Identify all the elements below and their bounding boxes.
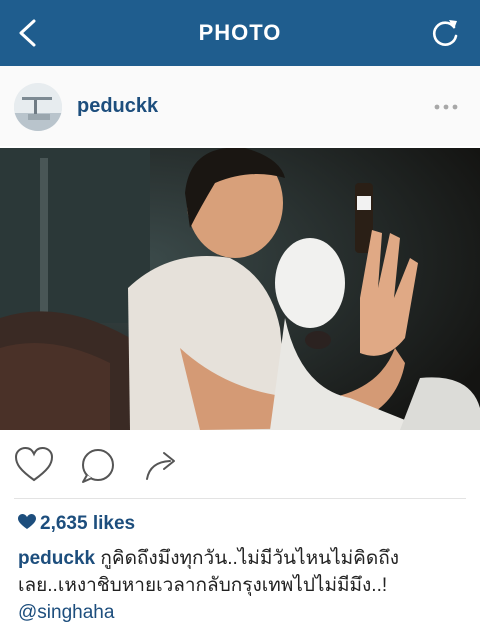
heart-outline-icon[interactable] <box>14 446 54 484</box>
post-photo[interactable] <box>0 148 480 430</box>
post-header: peduckk <box>0 66 480 146</box>
heart-filled-icon <box>18 514 36 529</box>
caption-text-line2: เลย..เหงาชิบหายเวลากลับกรุงเทพไปไม่มีมึง… <box>18 575 388 596</box>
share-arrow-icon[interactable] <box>142 446 182 484</box>
refresh-icon[interactable] <box>430 17 460 49</box>
more-dots-icon[interactable] <box>434 104 458 110</box>
avatar[interactable] <box>14 83 62 131</box>
comment-bubble-icon[interactable] <box>78 446 118 484</box>
like-count[interactable]: 2,635 likes <box>18 513 135 535</box>
caption: peduckk กูคิดถึงมึงทุกวัน..ไม่มีวันไหนไม… <box>18 545 458 626</box>
like-count-text: 2,635 likes <box>40 513 136 534</box>
post-username[interactable]: peduckk <box>77 95 158 118</box>
divider <box>14 498 466 499</box>
caption-mention[interactable]: @singhaha <box>18 602 114 623</box>
page-title: PHOTO <box>198 20 282 45</box>
action-bar <box>0 440 480 490</box>
caption-text-line1: กูคิดถึงมึงทุกวัน..ไม่มีวันไหนไม่คิดถึง <box>95 548 399 569</box>
caption-username[interactable]: peduckk <box>18 548 95 569</box>
top-bar: PHOTO <box>0 0 480 66</box>
